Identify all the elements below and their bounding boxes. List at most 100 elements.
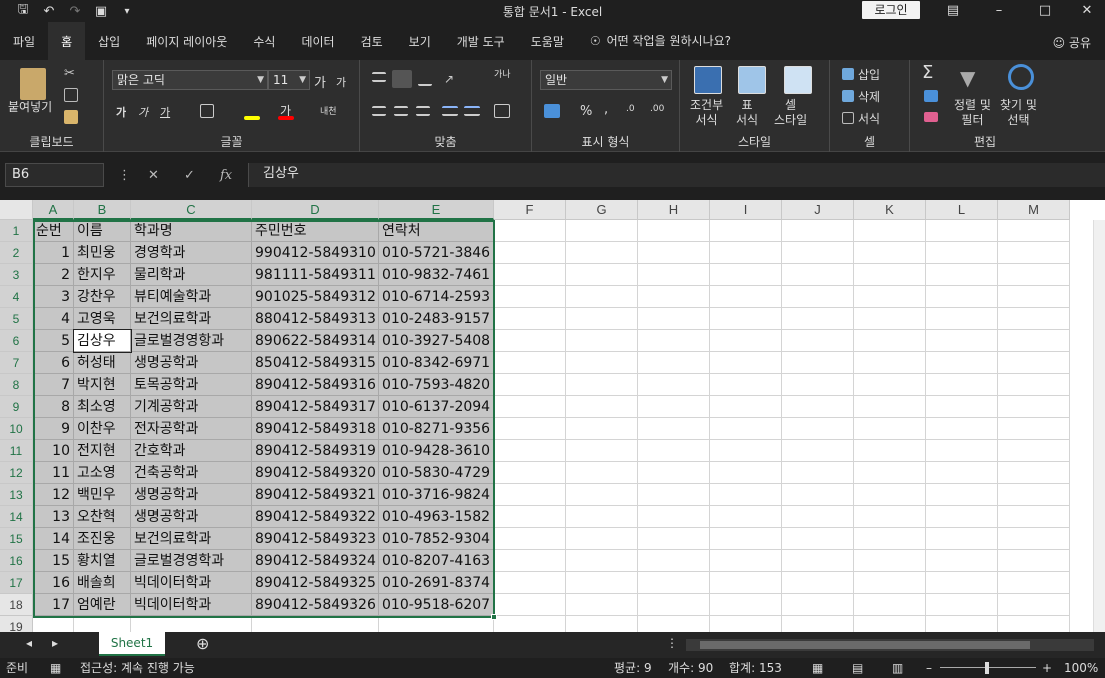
cell-c6[interactable]: 글로벌경영항과 [131,330,252,352]
cell-h15[interactable] [638,528,710,550]
cell-j1[interactable] [782,220,854,242]
cell-d4[interactable]: 901025-5849312 [252,286,379,308]
cell-d1[interactable]: 주민번호 [252,220,379,242]
phonetic-button[interactable]: 내천 [320,104,337,117]
cell-l12[interactable] [926,462,998,484]
cell-c16[interactable]: 글로벌경영학과 [131,550,252,572]
format-painter-icon[interactable] [64,110,78,124]
cell-j7[interactable] [782,352,854,374]
row-header-2[interactable]: 2 [0,242,33,264]
cell-k2[interactable] [854,242,926,264]
cell-k12[interactable] [854,462,926,484]
merge-center-icon[interactable] [494,104,510,118]
cell-g2[interactable] [566,242,638,264]
increase-indent-icon[interactable] [464,106,480,116]
cell-styles-icon[interactable] [784,66,812,94]
number-format-select[interactable]: 일반 ▼ [540,70,672,90]
cell-d2[interactable]: 990412-5849310 [252,242,379,264]
cell-f13[interactable] [494,484,566,506]
cell-m9[interactable] [998,396,1070,418]
cell-k9[interactable] [854,396,926,418]
cell-j13[interactable] [782,484,854,506]
row-header-13[interactable]: 13 [0,484,33,506]
cell-i8[interactable] [710,374,782,396]
cell-c1[interactable]: 학과명 [131,220,252,242]
cell-e9[interactable]: 010-6137-2094 [379,396,494,418]
row-header-10[interactable]: 10 [0,418,33,440]
cell-g14[interactable] [566,506,638,528]
cell-h1[interactable] [638,220,710,242]
cell-l6[interactable] [926,330,998,352]
cell-f14[interactable] [494,506,566,528]
new-sheet-icon[interactable]: ⊕ [196,634,209,653]
accessibility-status[interactable]: 접근성: 계속 진행 가능 [80,658,195,678]
cell-a19[interactable] [33,616,74,632]
cell-i7[interactable] [710,352,782,374]
cell-k7[interactable] [854,352,926,374]
cell-c7[interactable]: 생명공학과 [131,352,252,374]
cell-k19[interactable] [854,616,926,632]
cell-b13[interactable]: 백민우 [74,484,131,506]
cell-j14[interactable] [782,506,854,528]
cell-c19[interactable] [131,616,252,632]
cell-g3[interactable] [566,264,638,286]
cell-a5[interactable]: 4 [33,308,74,330]
cell-k17[interactable] [854,572,926,594]
cell-l13[interactable] [926,484,998,506]
cell-i5[interactable] [710,308,782,330]
cell-f5[interactable] [494,308,566,330]
save-icon[interactable]: 🖫 [12,0,34,22]
cell-b8[interactable]: 박지현 [74,374,131,396]
cell-k14[interactable] [854,506,926,528]
cell-k6[interactable] [854,330,926,352]
cell-b4[interactable]: 강찬우 [74,286,131,308]
cancel-icon[interactable]: ✕ [148,168,159,183]
horizontal-scrollbar[interactable] [686,639,1094,651]
cell-e1[interactable]: 연락처 [379,220,494,242]
more-options-icon[interactable]: ⋮ [118,168,131,183]
cell-b5[interactable]: 고영욱 [74,308,131,330]
cell-m5[interactable] [998,308,1070,330]
cell-i18[interactable] [710,594,782,616]
decrease-decimal-icon[interactable]: .00 [650,104,664,114]
cell-e14[interactable]: 010-4963-1582 [379,506,494,528]
cell-a11[interactable]: 10 [33,440,74,462]
align-bottom-icon[interactable] [418,76,432,86]
orientation-icon[interactable]: ↗ [444,72,462,86]
cell-f6[interactable] [494,330,566,352]
cell-e7[interactable]: 010-8342-6971 [379,352,494,374]
customize-qat-icon[interactable]: ▾ [116,6,138,17]
cell-e12[interactable]: 010-5830-4729 [379,462,494,484]
fill-handle[interactable] [491,614,497,620]
cell-m16[interactable] [998,550,1070,572]
cell-d14[interactable]: 890412-5849322 [252,506,379,528]
cell-d19[interactable] [252,616,379,632]
cell-m8[interactable] [998,374,1070,396]
autosum-icon[interactable]: Σ [922,62,933,83]
macro-record-icon[interactable]: ▦ [50,658,61,678]
cell-f17[interactable] [494,572,566,594]
cell-d12[interactable]: 890412-5849320 [252,462,379,484]
cell-j12[interactable] [782,462,854,484]
cell-j2[interactable] [782,242,854,264]
cell-b17[interactable]: 배솔희 [74,572,131,594]
formula-input[interactable]: 김상우 [248,163,1105,187]
clear-icon[interactable] [924,112,938,122]
paste-icon[interactable] [20,68,46,100]
format-as-table-button[interactable]: 표 서식 [736,98,758,128]
cell-i15[interactable] [710,528,782,550]
tab-5[interactable]: 데이터 [288,22,347,60]
cell-i2[interactable] [710,242,782,264]
cell-l11[interactable] [926,440,998,462]
cell-a6[interactable]: 5 [33,330,74,352]
row-header-18[interactable]: 18 [0,594,33,616]
find-select-button[interactable]: 찾기 및 선택 [1000,98,1037,128]
column-header-b[interactable]: B [74,200,131,220]
cell-j17[interactable] [782,572,854,594]
cell-b7[interactable]: 허성태 [74,352,131,374]
cell-g8[interactable] [566,374,638,396]
cell-b15[interactable]: 조진웅 [74,528,131,550]
grow-font-button[interactable]: 가 [314,72,326,91]
cell-d9[interactable]: 890412-5849317 [252,396,379,418]
cell-i4[interactable] [710,286,782,308]
